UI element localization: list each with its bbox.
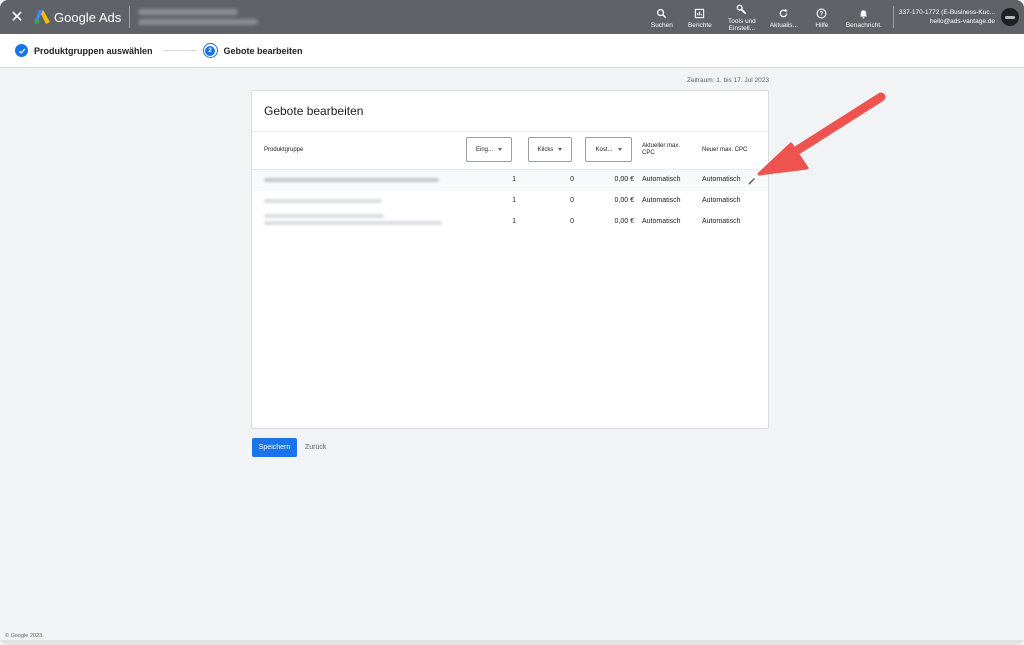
- card-divider: [252, 131, 768, 132]
- product-group-name: [264, 214, 442, 228]
- save-button[interactable]: Speichern: [252, 438, 297, 457]
- wrench-icon: [737, 4, 747, 15]
- card-title: Gebote bearbeiten: [264, 104, 364, 118]
- tool-label: Aktualis...: [769, 21, 798, 29]
- cost-cell: 0,00 €: [614, 218, 634, 225]
- logo-text: Google Ads: [54, 9, 122, 25]
- cost-cell: 0,00 €: [614, 197, 634, 204]
- close-icon[interactable]: ✕: [0, 0, 34, 34]
- google-ads-logo[interactable]: Google Ads: [34, 10, 121, 25]
- avatar[interactable]: [1001, 8, 1019, 26]
- account-info[interactable]: 337-170-1772 (E-Business-Kuc... hello@ad…: [899, 8, 995, 26]
- top-bar: ✕ Google Ads Suchen Berichte Tools und E…: [0, 0, 1024, 34]
- back-button[interactable]: Zurück: [305, 438, 326, 457]
- table-row[interactable]: 1 0 0,00 € Automatisch Automatisch: [252, 191, 768, 212]
- app-window: ✕ Google Ads Suchen Berichte Tools und E…: [0, 0, 1024, 645]
- footer-bar: [0, 640, 1024, 645]
- impressions-cell: 1: [512, 197, 516, 204]
- bell-icon: [860, 9, 868, 19]
- checkmark-icon: [15, 44, 28, 57]
- account-id: 337-170-1772 (E-Business-Kuc...: [898, 9, 995, 16]
- tool-label: Hilfe: [815, 21, 829, 29]
- step-number-badge: 2: [202, 43, 218, 58]
- column-header-impressions[interactable]: Eing...: [466, 137, 512, 162]
- date-range: Zeitraum: 1. bis 17. Jul 2023: [686, 77, 769, 84]
- table-row[interactable]: 1 0 0,00 € Automatisch Automatisch: [252, 170, 768, 191]
- annotation-arrow-icon: [757, 92, 886, 176]
- step-select-product-groups[interactable]: Produktgruppen auswählen: [15, 44, 153, 57]
- new-cpc-cell[interactable]: Automatisch: [702, 176, 741, 183]
- clicks-cell: 0: [570, 176, 574, 183]
- logo-divider: [129, 6, 131, 28]
- refresh-icon: [780, 8, 789, 17]
- svg-text:?: ?: [820, 10, 824, 17]
- column-header-clicks[interactable]: Klicks: [528, 137, 572, 162]
- footer-copyright: © Google 2023.: [5, 633, 44, 639]
- current-cpc-cell: Automatisch: [642, 218, 681, 225]
- current-cpc-cell: Automatisch: [642, 176, 681, 183]
- step-label: Gebote bearbeiten: [223, 45, 303, 56]
- reports-icon: [695, 8, 705, 18]
- clicks-cell: 0: [570, 197, 574, 204]
- refresh-tool[interactable]: Aktualis...: [765, 8, 803, 29]
- search-icon: [657, 8, 667, 18]
- help-icon: ?: [816, 8, 827, 18]
- new-cpc-cell[interactable]: Automatisch: [702, 197, 741, 204]
- caret-down-icon: [617, 148, 622, 151]
- cost-cell: 0,00 €: [614, 176, 634, 183]
- column-header-cost[interactable]: Kost...: [585, 137, 632, 162]
- tools-settings-tool[interactable]: Tools und Einstell...: [719, 4, 765, 32]
- tool-label: Benachricht.: [845, 21, 882, 29]
- tool-label: Tools und Einstell...: [727, 18, 756, 32]
- column-header-current-cpc: Aktueller max. CPC: [642, 143, 681, 156]
- current-cpc-cell: Automatisch: [642, 197, 681, 204]
- caret-down-icon: [558, 148, 563, 151]
- column-header-product-group: Produktgruppe: [264, 147, 304, 153]
- column-header-new-cpc: Neuer max. CPC: [702, 147, 748, 153]
- edit-bids-card: Gebote bearbeiten Produktgruppe Eing... …: [251, 90, 769, 429]
- account-email: hello@ads-vantage.de: [929, 18, 995, 25]
- step-connector: [162, 50, 197, 51]
- google-ads-icon: [34, 10, 50, 24]
- help-tool[interactable]: ? Hilfe: [803, 8, 841, 29]
- search-tool[interactable]: Suchen: [643, 8, 681, 29]
- new-cpc-cell[interactable]: Automatisch: [702, 218, 741, 225]
- impressions-cell: 1: [512, 218, 516, 225]
- step-edit-bids[interactable]: 2 Gebote bearbeiten: [202, 43, 303, 58]
- tool-label: Suchen: [650, 21, 673, 29]
- tool-label: Berichte: [687, 21, 712, 29]
- reports-tool[interactable]: Berichte: [681, 8, 719, 29]
- product-group-name: [264, 199, 382, 206]
- table-row[interactable]: 1 0 0,00 € Automatisch Automatisch: [252, 212, 768, 236]
- caret-down-icon: [498, 148, 502, 151]
- product-group-name: [264, 178, 439, 185]
- notifications-tool[interactable]: Benachricht.: [841, 8, 887, 29]
- stepper: Produktgruppen auswählen 2 Gebote bearbe…: [0, 34, 1024, 68]
- account-divider: [892, 6, 894, 28]
- account-selector[interactable]: [138, 9, 259, 25]
- impressions-cell: 1: [512, 176, 516, 183]
- clicks-cell: 0: [570, 218, 574, 225]
- step-label: Produktgruppen auswählen: [34, 45, 153, 56]
